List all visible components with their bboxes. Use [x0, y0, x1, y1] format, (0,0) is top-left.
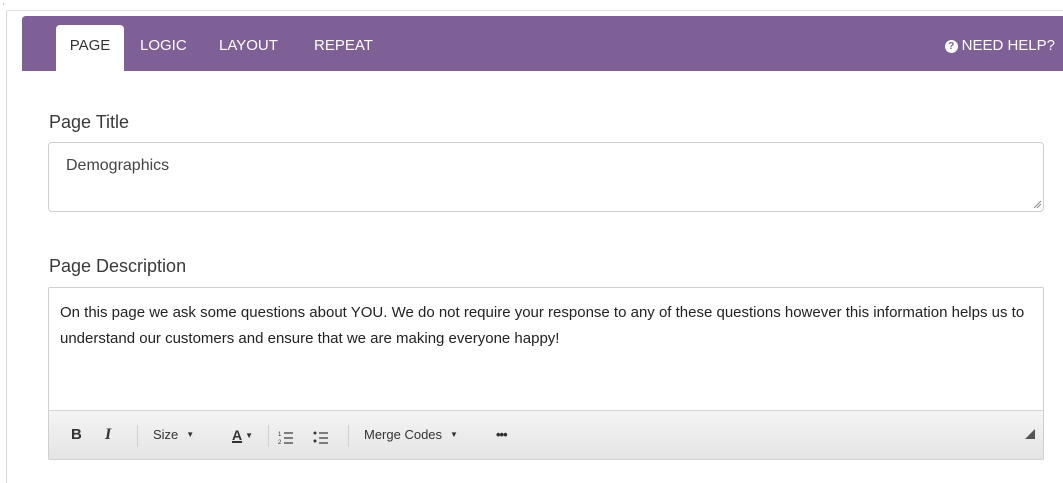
bold-button[interactable]: B	[71, 425, 82, 445]
caret-down-icon: ▼	[245, 431, 254, 440]
ordered-list-icon[interactable]: 1 2	[278, 428, 294, 448]
text-color-button[interactable]: A ▼	[232, 425, 253, 445]
description-editor: On this page we ask some questions about…	[48, 287, 1044, 460]
toolbar-divider	[348, 425, 349, 447]
editor-resize-grip-icon[interactable]	[1025, 429, 1035, 439]
need-help-link[interactable]: ? NEED HELP?	[944, 16, 1055, 71]
text-color-icon: A	[232, 427, 243, 443]
svg-text:2: 2	[278, 440, 282, 446]
resize-grip-icon[interactable]	[1032, 199, 1042, 209]
unordered-list-icon[interactable]	[313, 428, 329, 448]
need-help-label: NEED HELP?	[961, 37, 1055, 54]
size-dropdown[interactable]: Size ▼	[153, 425, 194, 445]
frame-top-border	[6, 10, 1063, 11]
tab-page[interactable]: PAGE	[56, 25, 124, 71]
caret-down-icon: ▼	[450, 430, 458, 439]
more-options-button[interactable]: •••	[496, 425, 508, 445]
question-circle-icon: ?	[944, 40, 958, 53]
size-label: Size	[153, 427, 179, 442]
merge-codes-dropdown[interactable]: Merge Codes ▼	[364, 425, 458, 445]
tab-bar: PAGE LOGIC LAYOUT REPEAT ? NEED HELP?	[22, 16, 1063, 71]
corner-mark: '	[3, 2, 5, 11]
page-title-input[interactable]: Demographics	[48, 142, 1044, 212]
editor-toolbar: B I Size ▼ A ▼ 1 2 Merge Codes ▼ •••	[49, 410, 1043, 459]
frame-left-border	[6, 10, 7, 483]
tab-layout[interactable]: LAYOUT	[219, 16, 278, 71]
toolbar-divider	[268, 425, 269, 447]
tab-logic[interactable]: LOGIC	[140, 16, 187, 71]
page-title-label: Page Title	[49, 112, 130, 132]
italic-button[interactable]: I	[105, 425, 111, 445]
svg-text:1: 1	[278, 432, 282, 438]
merge-codes-label: Merge Codes	[364, 427, 443, 442]
tab-repeat[interactable]: REPEAT	[314, 16, 373, 71]
page-description-label: Page Description	[49, 256, 187, 276]
toolbar-divider	[137, 425, 138, 447]
description-editor-content[interactable]: On this page we ask some questions about…	[49, 288, 1043, 410]
caret-down-icon: ▼	[186, 430, 195, 439]
